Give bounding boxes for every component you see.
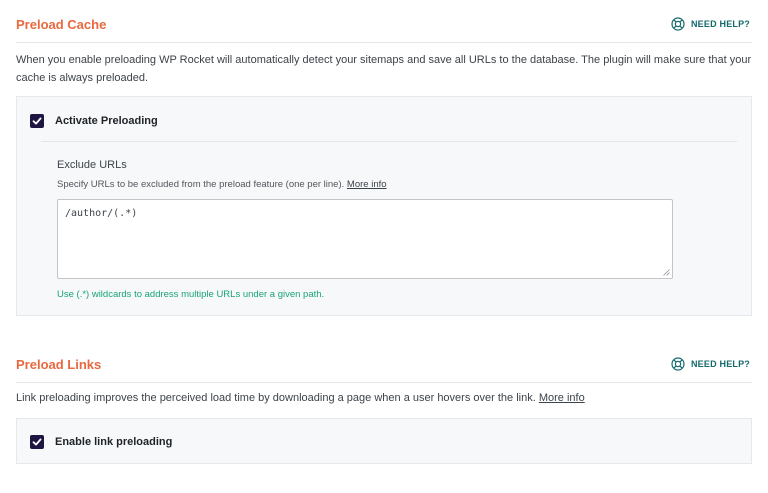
- help-label: NEED HELP?: [690, 359, 750, 369]
- preload-links-panel: Enable link preloading: [16, 418, 752, 464]
- wildcard-note: Use (.*) wildcards to address multiple U…: [57, 289, 325, 300]
- preload-links-title: Preload Links: [16, 357, 102, 372]
- exclude-more-info-link[interactable]: More info: [347, 179, 387, 190]
- preload-cache-header: Preload Cache NEED HELP?: [16, 17, 752, 43]
- enable-link-preloading-row[interactable]: Enable link preloading: [17, 435, 751, 449]
- preload-cache-title: Preload Cache: [16, 17, 107, 32]
- panel-divider: [41, 141, 737, 142]
- preload-links-header: Preload Links NEED HELP?: [16, 357, 752, 383]
- activate-preloading-label: Activate Preloading: [55, 115, 158, 127]
- preload-cache-help-link[interactable]: NEED HELP?: [671, 17, 750, 31]
- resize-handle-icon[interactable]: [663, 269, 670, 276]
- preload-cache-panel: Activate Preloading Exclude URLs Specify…: [16, 96, 752, 316]
- enable-link-preloading-checkbox[interactable]: [30, 435, 44, 449]
- exclude-urls-textarea[interactable]: /author/(.*): [57, 199, 673, 279]
- exclude-urls-hint: Specify URLs to be excluded from the pre…: [57, 179, 387, 190]
- exclude-urls-hint-text: Specify URLs to be excluded from the pre…: [57, 179, 345, 190]
- lifebuoy-icon: [671, 17, 685, 31]
- exclude-urls-label: Exclude URLs: [57, 159, 127, 171]
- preload-links-description-text: Link preloading improves the perceived l…: [16, 392, 536, 404]
- activate-preloading-row[interactable]: Activate Preloading: [17, 114, 751, 128]
- preload-cache-description: When you enable preloading WP Rocket wil…: [16, 54, 752, 84]
- lifebuoy-icon: [671, 357, 685, 371]
- checkmark-icon: [32, 117, 42, 125]
- exclude-urls-value: /author/(.*): [65, 208, 138, 219]
- checkmark-icon: [32, 438, 42, 446]
- preload-links-help-link[interactable]: NEED HELP?: [671, 357, 750, 371]
- activate-preloading-checkbox[interactable]: [30, 114, 44, 128]
- preload-links-more-info-link[interactable]: More info: [539, 392, 585, 404]
- preload-links-description: Link preloading improves the perceived l…: [16, 389, 752, 407]
- help-label: NEED HELP?: [690, 19, 750, 29]
- enable-link-preloading-label: Enable link preloading: [55, 436, 173, 448]
